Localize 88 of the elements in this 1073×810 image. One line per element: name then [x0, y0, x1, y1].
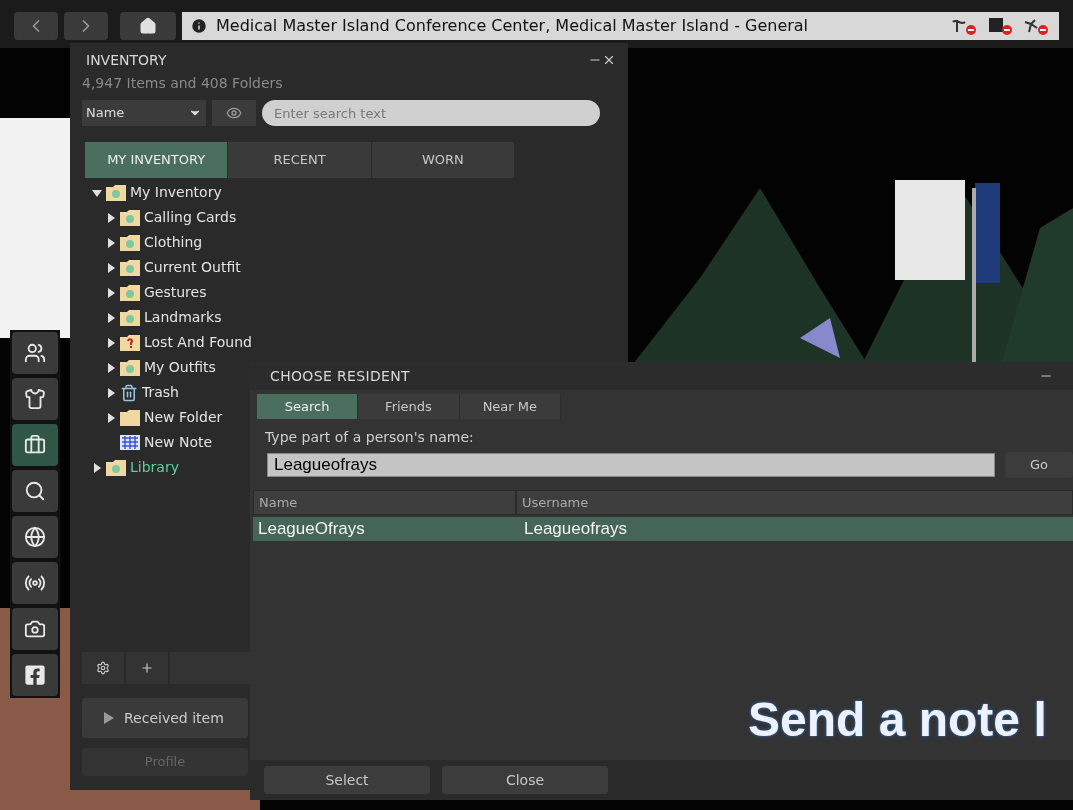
- tree-item[interactable]: Gestures: [144, 282, 207, 303]
- table-cell-text: Leagueofrays: [524, 518, 628, 541]
- eye-icon: [226, 105, 242, 121]
- suitcase-icon: [24, 434, 46, 456]
- note-icon: [120, 435, 140, 450]
- folder-icon: [120, 309, 140, 326]
- toolbar-button[interactable]: [12, 424, 58, 466]
- folder-icon: [120, 359, 140, 376]
- people-icon: [24, 342, 46, 364]
- no-push-icon: [1023, 16, 1051, 36]
- globe-icon: [24, 526, 46, 548]
- no-build-icon: [987, 16, 1015, 36]
- go-button[interactable]: Go: [1005, 452, 1073, 478]
- home-icon: [139, 17, 157, 35]
- expander-icon[interactable]: [92, 187, 102, 198]
- folder-icon: [106, 184, 126, 201]
- tree-item[interactable]: Current Outfit: [144, 257, 241, 278]
- column-header[interactable]: Name: [253, 490, 516, 515]
- toolbar-button[interactable]: [12, 470, 58, 512]
- tab[interactable]: Near Me: [459, 394, 561, 419]
- tree-item[interactable]: Clothing: [144, 232, 203, 253]
- folder-icon: [120, 259, 140, 276]
- item-count: 4,947 Items and 408 Folders: [82, 74, 284, 93]
- folder-icon: [120, 234, 140, 251]
- search-field[interactable]: Enter search text: [262, 100, 600, 126]
- received-items-button[interactable]: Received item: [82, 698, 248, 738]
- home-button[interactable]: [120, 12, 176, 40]
- column-header[interactable]: Username: [516, 490, 1073, 515]
- tree-item[interactable]: New Folder: [144, 407, 223, 428]
- camera-icon: [24, 618, 46, 640]
- expander-icon[interactable]: [106, 387, 116, 398]
- toolbar-button[interactable]: [12, 608, 58, 650]
- dialog-button[interactable]: Select: [264, 766, 430, 794]
- expander-icon[interactable]: [106, 337, 116, 348]
- expander-icon[interactable]: [106, 262, 116, 273]
- expander-icon[interactable]: [106, 362, 116, 373]
- close-icon[interactable]: [602, 53, 616, 67]
- facebook-icon: [24, 664, 46, 686]
- expander-icon[interactable]: [106, 212, 116, 223]
- tree-item[interactable]: Landmarks: [144, 307, 222, 328]
- info-icon[interactable]: [190, 17, 208, 35]
- result-row[interactable]: LeagueOfrays Leagueofrays: [253, 517, 1073, 541]
- toolbar-button[interactable]: [12, 654, 58, 696]
- toolbar-button[interactable]: [12, 516, 58, 558]
- tree-item[interactable]: New Note: [144, 432, 213, 453]
- gear-icon: [96, 661, 110, 675]
- expander-icon[interactable]: [106, 412, 116, 423]
- folder-icon: [120, 409, 140, 426]
- expander-icon: [104, 712, 114, 724]
- toolbar-button[interactable]: [12, 332, 58, 374]
- location-text: Medical Master Island Conference Center, Medical Master Island - General: [216, 15, 809, 37]
- tab[interactable]: MY INVENTORY: [85, 142, 229, 178]
- shirt-icon: [24, 388, 46, 410]
- toolbar-button[interactable]: [12, 562, 58, 604]
- expander-icon[interactable]: [106, 237, 116, 248]
- location-field[interactable]: Medical Master Island Conference Center, Medical Master Island - General: [182, 12, 1059, 40]
- trash-icon: [120, 383, 138, 402]
- folder-icon: [106, 459, 126, 476]
- dialog-button[interactable]: Close: [442, 766, 608, 794]
- tab[interactable]: Search: [257, 394, 359, 419]
- caption-text: Send a note l: [748, 696, 1047, 744]
- name-field[interactable]: Leagueofrays: [267, 453, 995, 477]
- expander-icon[interactable]: [92, 462, 102, 473]
- expander-icon[interactable]: [106, 287, 116, 298]
- tab[interactable]: WORN: [371, 142, 515, 178]
- tree-item[interactable]: Lost And Found: [144, 332, 252, 353]
- tree-item[interactable]: My Inventory: [130, 182, 222, 203]
- tab[interactable]: Friends: [358, 394, 460, 419]
- tree-item[interactable]: Library: [130, 457, 179, 478]
- folder-icon: [120, 334, 140, 351]
- expander-icon[interactable]: [106, 312, 116, 323]
- folder-icon: [120, 284, 140, 301]
- tab[interactable]: RECENT: [228, 142, 372, 178]
- tree-item[interactable]: Trash: [142, 382, 179, 403]
- tree-item[interactable]: My Outfits: [144, 357, 216, 378]
- sort-dropdown[interactable]: Name: [82, 100, 206, 126]
- table-cell-text: LeagueOfrays: [257, 518, 366, 541]
- gear-button[interactable]: [82, 652, 124, 684]
- folder-icon: [120, 209, 140, 226]
- search-icon: [24, 480, 46, 502]
- prompt-label: Type part of a person's name:: [265, 428, 475, 447]
- plus-icon: [140, 661, 154, 675]
- window-title: CHOOSE RESIDENT: [270, 366, 410, 386]
- filter-button[interactable]: [212, 100, 256, 126]
- window-title: INVENTORY: [85, 50, 167, 70]
- tree-item[interactable]: Calling Cards: [144, 207, 237, 228]
- toolbar-button[interactable]: [12, 378, 58, 420]
- add-button[interactable]: [126, 652, 168, 684]
